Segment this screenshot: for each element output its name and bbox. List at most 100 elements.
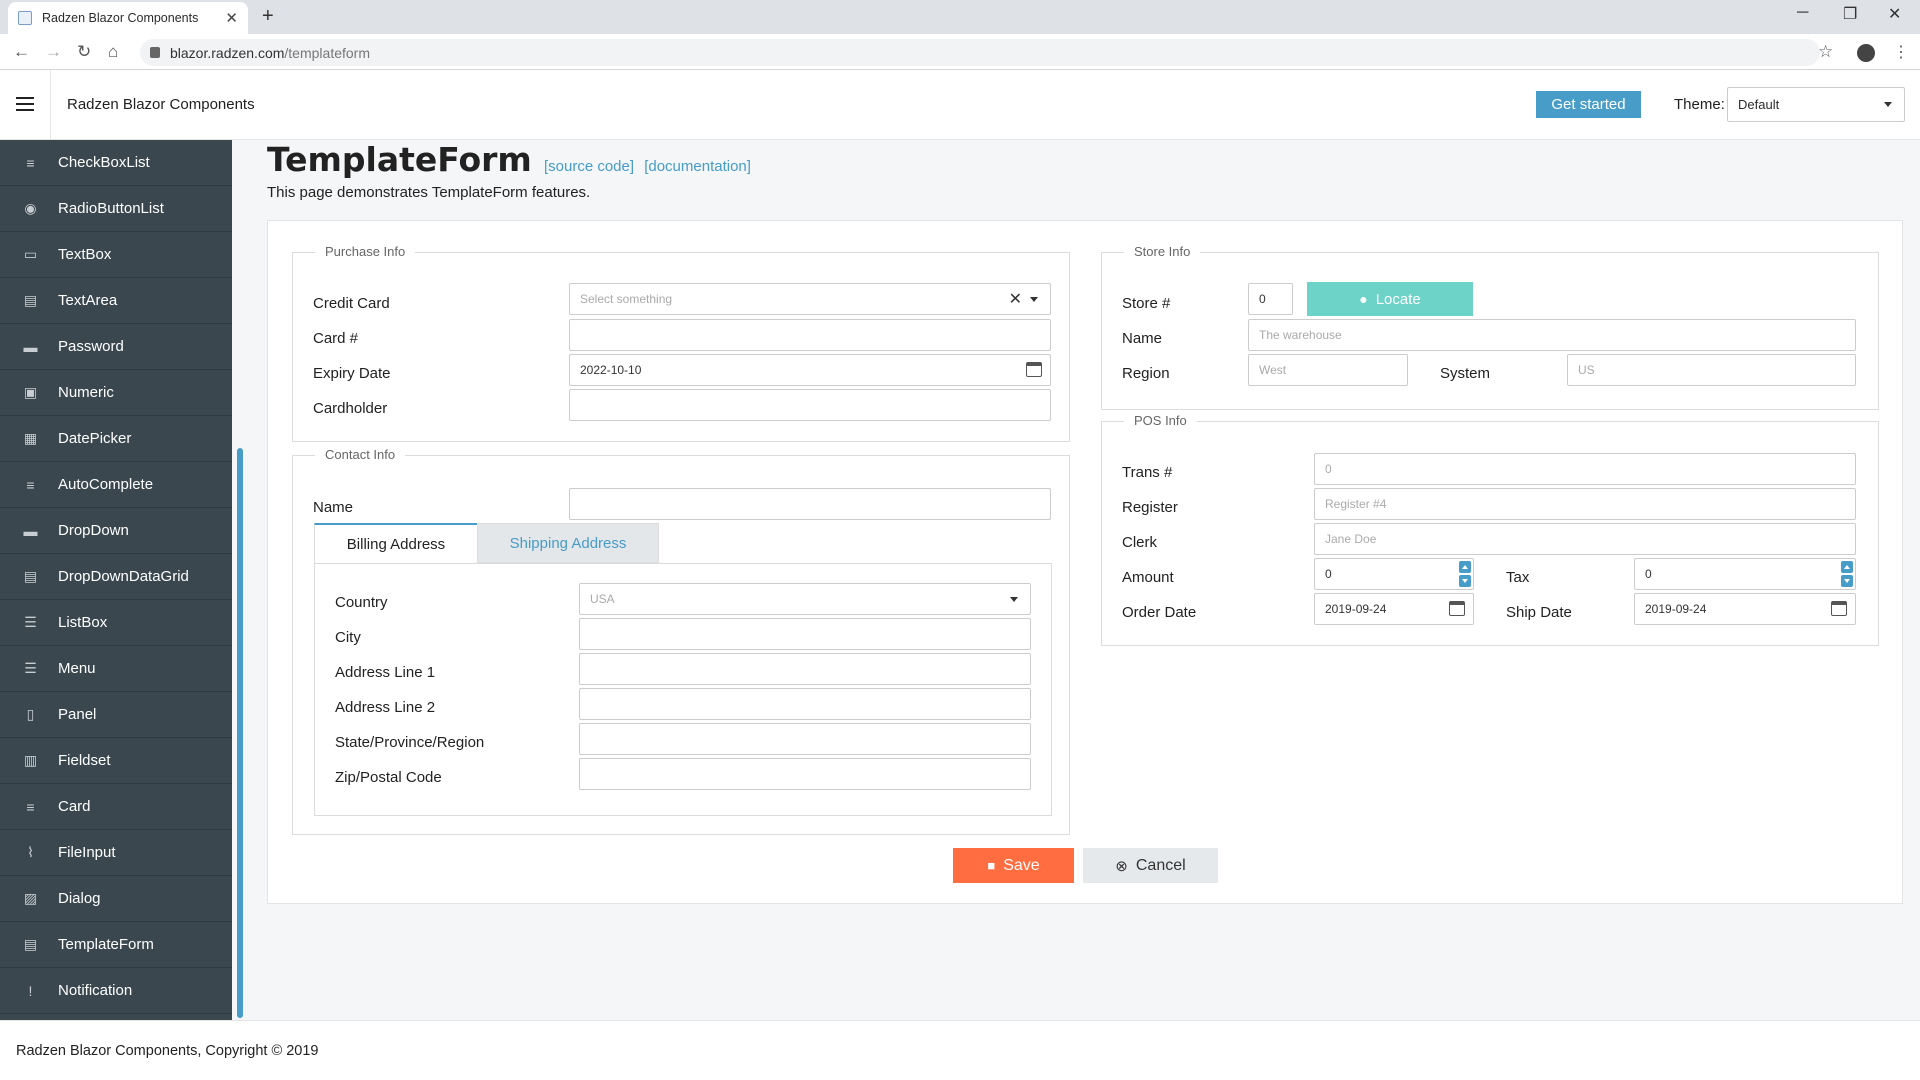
address-line-2-input[interactable] <box>579 688 1031 720</box>
sidebar-item-dropdowndatagrid[interactable]: ▤ DropDownDataGrid <box>0 554 232 600</box>
calendar-icon[interactable] <box>1449 601 1465 616</box>
amount-numeric[interactable]: 0 <box>1314 558 1474 590</box>
billing-address-panel: Country USA City Address Line 1 Address … <box>314 563 1052 816</box>
back-icon[interactable]: ← <box>13 42 30 62</box>
close-tab-icon[interactable]: ✕ <box>225 9 238 27</box>
decrement-icon[interactable] <box>1459 575 1471 587</box>
region-input[interactable]: West <box>1248 354 1408 386</box>
restore-icon[interactable]: ❐ <box>1843 4 1857 24</box>
reload-icon[interactable]: ↻ <box>77 42 91 62</box>
theme-select[interactable]: Default <box>1727 87 1905 122</box>
close-window-icon[interactable]: ✕ <box>1888 4 1901 24</box>
order-date-picker[interactable]: 2019-09-24 <box>1314 593 1474 625</box>
calendar-icon[interactable] <box>1831 601 1847 616</box>
sidebar-item-fieldset[interactable]: ▥ Fieldset <box>0 738 232 784</box>
documentation-link[interactable]: [documentation] <box>644 158 751 175</box>
sidebar-item-textbox[interactable]: ▭ TextBox <box>0 232 232 278</box>
store-name-input[interactable]: The warehouse <box>1248 319 1856 351</box>
cancel-icon: ⊗ <box>1115 857 1128 875</box>
sidebar-item-listbox[interactable]: ☰ ListBox <box>0 600 232 646</box>
cardholder-input[interactable] <box>569 389 1051 421</box>
sidebar-item-menu[interactable]: ☰ Menu <box>0 646 232 692</box>
tab-shipping-address[interactable]: Shipping Address <box>477 523 659 563</box>
sidebar-scrollbar[interactable] <box>237 448 243 1018</box>
sidebar-item-autocomplete[interactable]: ≡ AutoComplete <box>0 462 232 508</box>
contact-name-input[interactable] <box>569 488 1051 520</box>
new-tab-icon[interactable]: + <box>262 5 274 28</box>
chevron-down-icon <box>1884 102 1892 107</box>
sidebar-item-checkboxlist[interactable]: ≡ CheckBoxList <box>0 140 232 186</box>
sidebar-item-panel[interactable]: ▯ Panel <box>0 692 232 738</box>
sidebar-nav: ≡ CheckBoxList ◉ RadioButtonList ▭ TextBox ▤ Te… <box>0 140 232 1020</box>
browser-tab[interactable]: Radzen Blazor Components ✕ <box>8 2 248 34</box>
sidebar-item-label: Notification <box>58 982 133 999</box>
expiry-date-picker[interactable]: 2022-10-10 <box>569 354 1051 386</box>
sidebar-item-notification[interactable]: ! Notification <box>0 968 232 1014</box>
trans-number-input[interactable]: 0 <box>1314 453 1856 485</box>
browser-menu-icon[interactable]: ⋮ <box>1893 42 1909 62</box>
sidebar-item-fileinput[interactable]: ⌇ FileInput <box>0 830 232 876</box>
address-line-2-label: Address Line 2 <box>335 699 436 716</box>
hamburger-menu-icon[interactable] <box>16 97 34 115</box>
url-host: blazor.radzen.com <box>170 44 285 61</box>
dropdown-icon: ▬ <box>23 522 38 539</box>
sidebar-item-dropdown[interactable]: ▬ DropDown <box>0 508 232 554</box>
ship-date-picker[interactable]: 2019-09-24 <box>1634 593 1856 625</box>
tab-billing-address[interactable]: Billing Address <box>314 523 478 563</box>
sidebar-item-templateform[interactable]: ▤ TemplateForm <box>0 922 232 968</box>
forward-icon[interactable]: → <box>45 42 62 62</box>
address-line-1-input[interactable] <box>579 653 1031 685</box>
card-number-label: Card # <box>313 330 359 347</box>
card-number-input[interactable] <box>569 319 1051 351</box>
sidebar-item-password[interactable]: ▬ Password <box>0 324 232 370</box>
bookmark-star-icon[interactable]: ☆ <box>1818 42 1833 62</box>
get-started-button[interactable]: Get started <box>1536 91 1641 118</box>
ship-date-value: 2019-09-24 <box>1645 602 1707 616</box>
increment-icon[interactable] <box>1459 561 1471 573</box>
state-input[interactable] <box>579 723 1031 755</box>
zip-label: Zip/Postal Code <box>335 769 442 786</box>
sidebar-item-card[interactable]: ≡ Card <box>0 784 232 830</box>
save-button[interactable]: ■ Save <box>953 848 1074 883</box>
page-heading: TemplateForm [source code] [documentatio… <box>267 140 751 179</box>
increment-icon[interactable] <box>1841 561 1853 573</box>
sidebar-item-dialog[interactable]: ▨ Dialog <box>0 876 232 922</box>
form-icon: ▤ <box>23 936 38 952</box>
credit-card-dropdown[interactable]: Select something ✕ <box>569 283 1051 315</box>
header-divider <box>50 70 51 140</box>
tax-numeric[interactable]: 0 <box>1634 558 1856 590</box>
store-name-label: Name <box>1122 330 1163 347</box>
page-footer: Radzen Blazor Components, Copyright © 20… <box>0 1020 1920 1080</box>
source-code-link[interactable]: [source code] <box>544 158 634 175</box>
locate-button[interactable]: ● Locate <box>1307 282 1473 316</box>
trans-number-label: Trans # <box>1122 464 1173 481</box>
calendar-icon[interactable] <box>1026 362 1042 377</box>
numeric-icon: ▣ <box>23 384 38 400</box>
store-number-label: Store # <box>1122 295 1171 312</box>
sidebar-item-datepicker[interactable]: ▦ DatePicker <box>0 416 232 462</box>
sidebar-item-textarea[interactable]: ▤ TextArea <box>0 278 232 324</box>
register-input[interactable]: Register #4 <box>1314 488 1856 520</box>
store-number-input[interactable]: 0 <box>1248 283 1293 315</box>
sidebar-item-numeric[interactable]: ▣ Numeric <box>0 370 232 416</box>
sidebar-item-label: Dialog <box>58 890 101 907</box>
city-input[interactable] <box>579 618 1031 650</box>
sidebar-item-radiobuttonlist[interactable]: ◉ RadioButtonList <box>0 186 232 232</box>
clerk-input[interactable]: Jane Doe <box>1314 523 1856 555</box>
home-icon[interactable]: ⌂ <box>108 42 118 62</box>
grid-icon: ▤ <box>23 568 38 584</box>
sidebar-item-label: AutoComplete <box>58 476 154 493</box>
sidebar-item-label: DatePicker <box>58 430 132 447</box>
zip-input[interactable] <box>579 758 1031 790</box>
url-input[interactable]: blazor.radzen.com/templateform <box>140 39 1820 66</box>
decrement-icon[interactable] <box>1841 575 1853 587</box>
list-icon: ☰ <box>24 614 37 630</box>
profile-avatar-icon[interactable] <box>1857 44 1875 62</box>
country-dropdown[interactable]: USA <box>579 583 1031 615</box>
minimize-icon[interactable]: ─ <box>1797 4 1808 22</box>
clear-icon[interactable]: ✕ <box>1009 289 1022 309</box>
pos-info-fieldset: POS Info Trans # 0 Register Register #4 … <box>1101 413 1879 646</box>
cancel-button[interactable]: ⊗ Cancel <box>1083 848 1218 883</box>
system-input[interactable]: US <box>1567 354 1856 386</box>
calendar-icon: ▦ <box>23 430 38 446</box>
